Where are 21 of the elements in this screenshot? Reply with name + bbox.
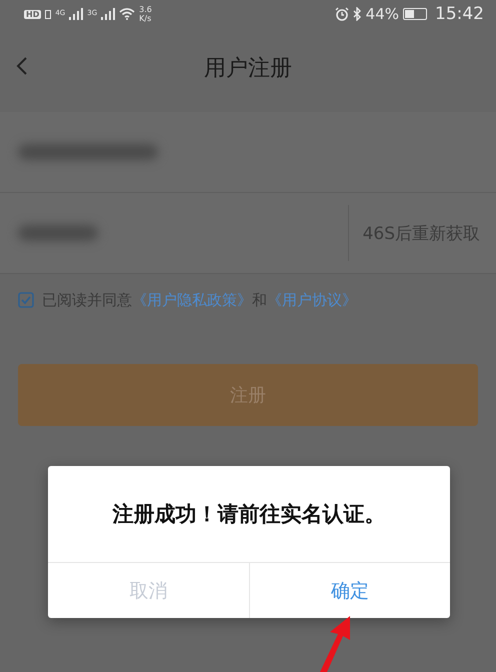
signal-icon xyxy=(69,8,84,20)
wifi-icon xyxy=(119,8,136,20)
policy-link[interactable]: 《用户隐私政策》 xyxy=(132,290,252,310)
agree-checkbox[interactable] xyxy=(18,292,34,308)
page-title: 用户注册 xyxy=(204,55,292,83)
sim-card-icon xyxy=(45,10,52,18)
policy-link[interactable]: 《用户协议》 xyxy=(267,290,357,310)
dialog-message: 注册成功！请前往实名认证。 xyxy=(111,501,386,528)
alarm-icon xyxy=(334,7,349,21)
battery-percent: 44% xyxy=(366,5,399,23)
hd-badge: HD xyxy=(24,10,42,18)
confirm-button[interactable]: 确定 xyxy=(248,563,450,618)
bluetooth-icon xyxy=(352,7,362,21)
cancel-button[interactable]: 取消 xyxy=(48,563,248,618)
back-icon[interactable] xyxy=(16,56,28,76)
speed-unit: K/s xyxy=(139,14,152,23)
clock-time: 15:42 xyxy=(435,4,484,24)
battery-icon xyxy=(403,8,427,20)
signal-icon xyxy=(101,8,116,20)
speed-value: 3.6 xyxy=(139,5,152,14)
phone-input-field[interactable] xyxy=(0,112,496,193)
